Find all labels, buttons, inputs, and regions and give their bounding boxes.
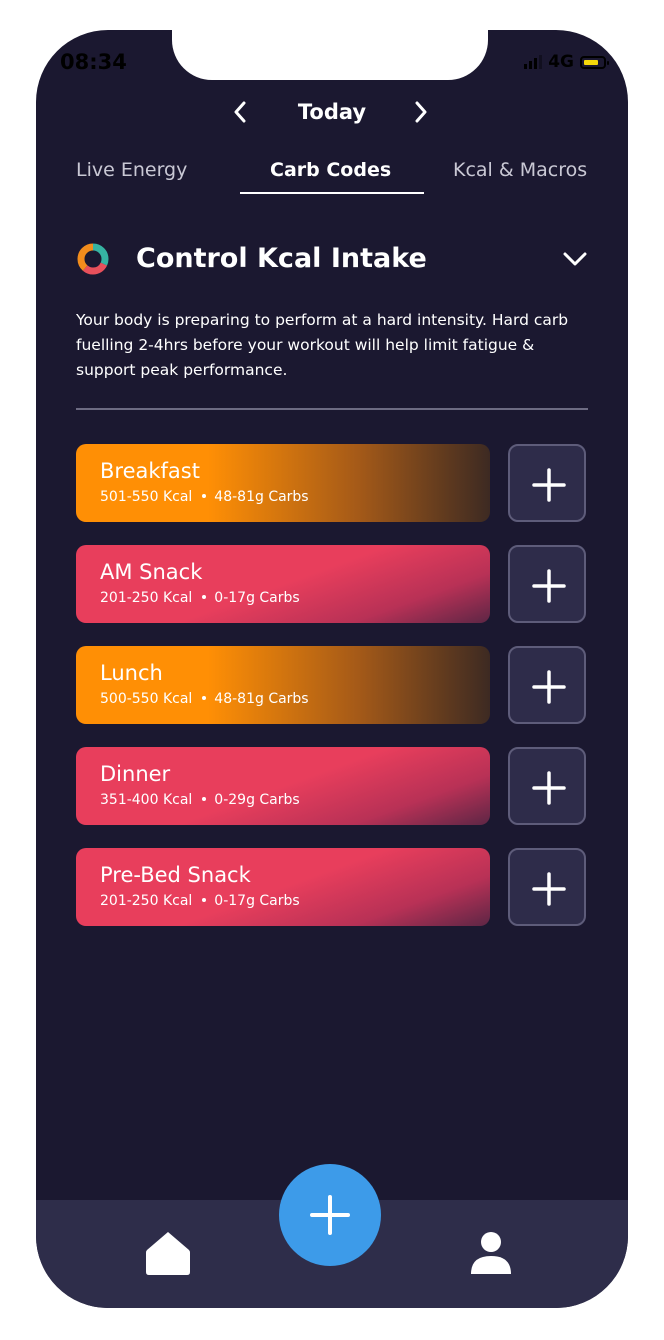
meal-kcal: 201-250 Kcal [100,590,193,606]
separator-dot [202,897,207,902]
separator-dot [202,695,207,700]
add-pre-bed-snack-button[interactable] [508,848,586,926]
divider [76,408,588,410]
date-navigator: Today [36,94,628,134]
separator-dot [202,796,207,801]
signal-icon [524,55,543,69]
meal-card-dinner[interactable]: Dinner 351-400 Kcal 0-29g Carbs [76,747,490,825]
meal-kcal: 201-250 Kcal [100,893,193,909]
separator-dot [202,594,207,599]
meal-meta: 351-400 Kcal 0-29g Carbs [100,789,490,811]
meal-name: Dinner [100,762,171,786]
chevron-left-icon[interactable] [225,94,255,130]
meal-carbs: 0-17g Carbs [214,590,300,606]
meal-kcal: 500-550 Kcal [100,691,193,707]
section-description: Your body is preparing to perform at a h… [76,311,569,379]
date-title: Today [297,100,367,124]
meal-carbs: 48-81g Carbs [214,691,309,707]
plus-icon [532,468,566,502]
add-breakfast-button[interactable] [508,444,586,522]
plus-icon [532,771,566,805]
status-time: 08:34 [60,50,127,74]
meal-meta: 501-550 Kcal 48-81g Carbs [100,486,490,508]
meal-name: Breakfast [100,459,200,483]
tab-bar: Live Energy Carb Codes Kcal & Macros [36,156,628,196]
meal-name: AM Snack [100,560,203,584]
energy-ring-icon [77,243,109,275]
notch [172,30,488,80]
user-icon[interactable] [468,1230,514,1280]
meal-carbs: 0-17g Carbs [214,893,300,909]
add-lunch-button[interactable] [508,646,586,724]
network-label: 4G [548,52,574,72]
separator-dot [202,493,207,498]
meal-card-breakfast[interactable]: Breakfast 501-550 Kcal 48-81g Carbs [76,444,490,522]
meal-kcal: 501-550 Kcal [100,489,193,505]
meal-card-pre-bed-snack[interactable]: Pre-Bed Snack 201-250 Kcal 0-17g Carbs [76,848,490,926]
add-dinner-button[interactable] [508,747,586,825]
meal-meta: 201-250 Kcal 0-17g Carbs [100,890,490,912]
add-fab-button[interactable] [279,1164,381,1266]
section-title: Control Kcal Intake [136,243,427,274]
meal-meta: 500-550 Kcal 48-81g Carbs [100,688,490,710]
active-tab-indicator [240,192,424,194]
meal-card-am-snack[interactable]: AM Snack 201-250 Kcal 0-17g Carbs [76,545,490,623]
plus-icon [532,670,566,704]
plus-icon [532,569,566,603]
tab-carb-codes[interactable]: Carb Codes [270,156,391,184]
meal-card-lunch[interactable]: Lunch 500-550 Kcal 48-81g Carbs [76,646,490,724]
chevron-right-icon[interactable] [406,94,436,130]
plus-icon [532,872,566,906]
add-am-snack-button[interactable] [508,545,586,623]
meal-kcal: 351-400 Kcal [100,792,193,808]
plus-icon [310,1195,350,1235]
tab-live-energy[interactable]: Live Energy [76,156,187,184]
meal-name: Pre-Bed Snack [100,863,251,887]
meal-name: Lunch [100,661,163,685]
status-indicators: 4G [524,52,609,72]
chevron-down-icon[interactable] [562,246,588,272]
home-icon[interactable] [144,1230,192,1280]
battery-icon [580,55,609,69]
meal-carbs: 0-29g Carbs [214,792,300,808]
tab-kcal-macros[interactable]: Kcal & Macros [453,156,587,184]
phone-screen: 08:34 4G Today Live Energy Carb Codes Kc… [36,30,628,1308]
meal-meta: 201-250 Kcal 0-17g Carbs [100,587,490,609]
meal-carbs: 48-81g Carbs [214,489,309,505]
